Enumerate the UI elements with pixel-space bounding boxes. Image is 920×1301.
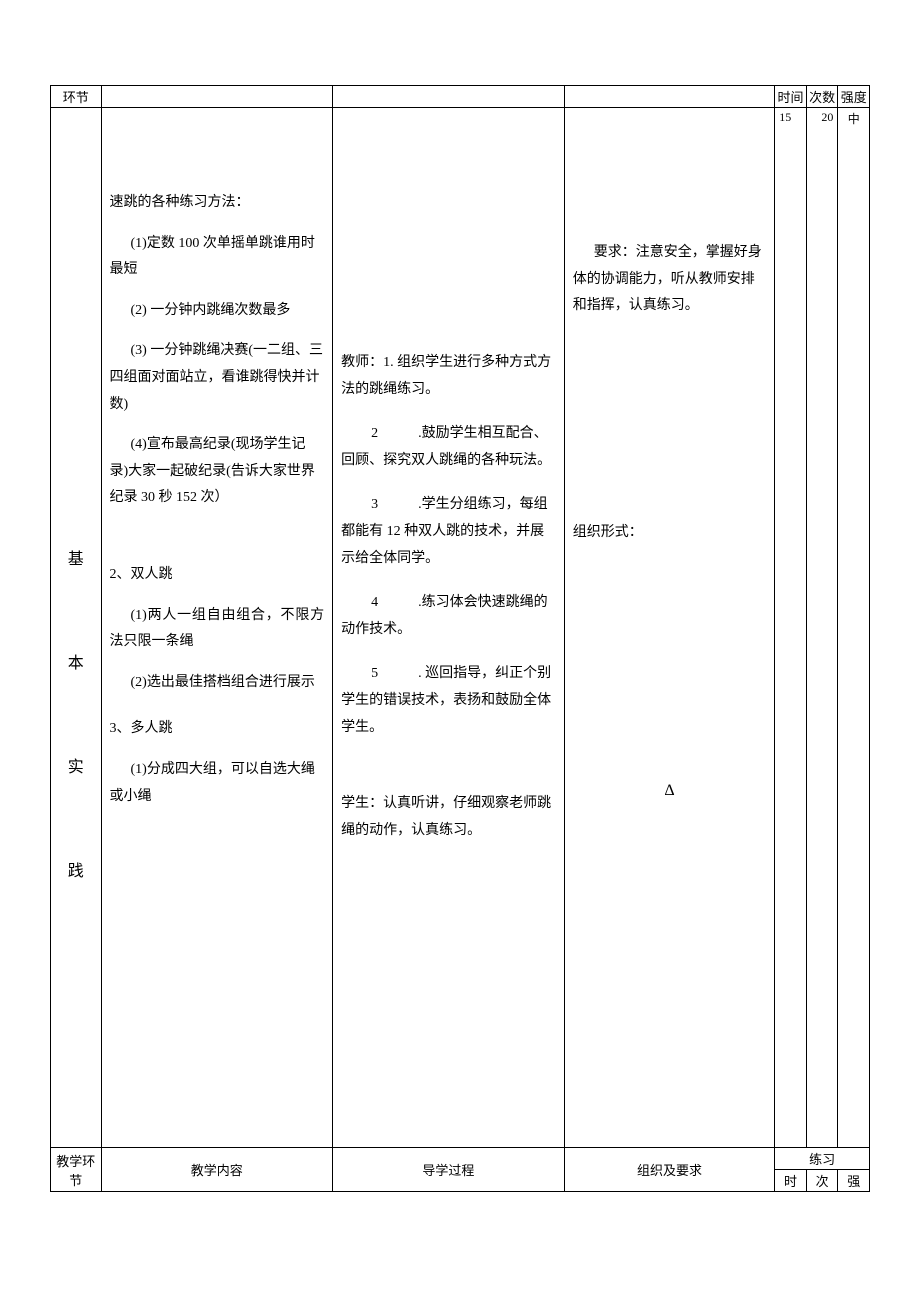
header-count: 次数 — [806, 86, 838, 108]
process-item-4: 4.练习体会快速跳绳的动作技术。 — [341, 590, 556, 643]
process-teacher-1: 教师：1. 组织学生进行多种方式方法的跳绳练习。 — [341, 350, 556, 403]
content-sec2-p1: (1)两人一组自由组合，不限方法只限一条绳 — [110, 603, 325, 656]
org-form-label: 组织形式： — [573, 520, 767, 547]
intensity-value: 中 — [838, 108, 870, 1148]
stage-char-2: 本 — [51, 649, 101, 673]
footer-content: 教学内容 — [101, 1148, 333, 1192]
header-row: 环节 时间 次数 强度 — [51, 86, 870, 108]
content-sec2: 2、双人跳 — [110, 562, 325, 589]
count-value: 20 — [806, 108, 838, 1148]
process-num-4: 4 — [371, 590, 378, 617]
footer-practice: 练习 — [775, 1148, 870, 1170]
time-value: 15 — [775, 108, 807, 1148]
footer-count: 次 — [806, 1170, 838, 1192]
content-sec3: 3、多人跳 — [110, 716, 325, 743]
stage-char-4: 践 — [51, 857, 101, 881]
process-item-3: 3.学生分组练习，每组都能有 12 种双人跳的技术，并展示给全体同学。 — [341, 492, 556, 572]
content-p1: (1)定数 100 次单摇单跳谁用时最短 — [110, 231, 325, 284]
lesson-plan-table: 环节 时间 次数 强度 基 本 实 践 速跳的各种练习方法： (1)定数 100… — [50, 85, 870, 1192]
content-intro: 速跳的各种练习方法： — [110, 190, 325, 217]
process-num-3: 3 — [371, 492, 378, 519]
header-intensity: 强度 — [838, 86, 870, 108]
header-org-empty — [564, 86, 775, 108]
footer-time: 时 — [775, 1170, 807, 1192]
header-process-empty — [333, 86, 565, 108]
footer-org: 组织及要求 — [564, 1148, 775, 1192]
footer-stage: 教学环节 — [51, 1148, 102, 1192]
process-item-5: 5. 巡回指导，纠正个别学生的错误技术，表扬和鼓励全体学生。 — [341, 661, 556, 741]
process-num-5: 5 — [371, 661, 378, 688]
process-num-2: 2 — [371, 421, 378, 448]
header-stage: 环节 — [51, 86, 102, 108]
content-sec2-p2: (2)选出最佳搭档组合进行展示 — [110, 670, 325, 697]
org-cell: 要求：注意安全，掌握好身体的协调能力，听从教师安排和指挥，认真练习。 组织形式：… — [564, 108, 775, 1148]
header-content-empty — [101, 86, 333, 108]
content-p3: (3) 一分钟跳绳决赛(一二组、三四组面对面站立，看谁跳得快并计数) — [110, 338, 325, 418]
footer-row-1: 教学环节 教学内容 导学过程 组织及要求 练习 — [51, 1148, 870, 1170]
footer-process: 导学过程 — [333, 1148, 565, 1192]
content-p4: (4)宣布最高纪录(现场学生记录)大家一起破纪录(告诉大家世界纪录 30 秒 1… — [110, 432, 325, 512]
org-requirement: 要求：注意安全，掌握好身体的协调能力，听从教师安排和指挥，认真练习。 — [573, 240, 767, 320]
content-sec3-p1: (1)分成四大组，可以自选大绳或小绳 — [110, 757, 325, 810]
process-student: 学生：认真听讲，仔细观察老师跳绳的动作，认真练习。 — [341, 791, 556, 844]
process-cell: 教师：1. 组织学生进行多种方式方法的跳绳练习。 2.鼓励学生相互配合、回顾、探… — [333, 108, 565, 1148]
org-delta-symbol: Δ — [573, 776, 767, 806]
stage-cell: 基 本 实 践 — [51, 108, 102, 1148]
stage-char-1: 基 — [51, 545, 101, 569]
stage-char-3: 实 — [51, 753, 101, 777]
main-content-row: 基 本 实 践 速跳的各种练习方法： (1)定数 100 次单摇单跳谁用时最短 … — [51, 108, 870, 1148]
footer-intensity: 强 — [838, 1170, 870, 1192]
content-p2: (2) 一分钟内跳绳次数最多 — [110, 298, 325, 325]
header-time: 时间 — [775, 86, 807, 108]
content-cell: 速跳的各种练习方法： (1)定数 100 次单摇单跳谁用时最短 (2) 一分钟内… — [101, 108, 333, 1148]
process-item-2: 2.鼓励学生相互配合、回顾、探究双人跳绳的各种玩法。 — [341, 421, 556, 474]
